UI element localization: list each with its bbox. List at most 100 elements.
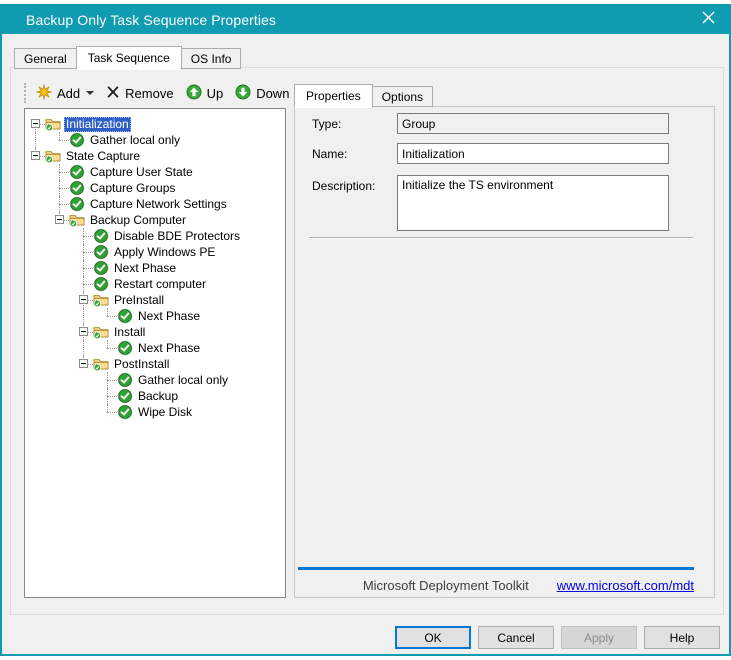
up-button[interactable]: Up	[186, 84, 224, 103]
name-field[interactable]	[397, 143, 669, 164]
fields-separator	[309, 237, 693, 239]
tree-connector	[49, 228, 73, 244]
dialog-window: Backup Only Task Sequence Properties Gen…	[0, 4, 731, 656]
close-button[interactable]	[695, 8, 721, 32]
tree-connector	[25, 212, 49, 228]
tree-connector	[49, 276, 73, 292]
tree-item-capture-user-state[interactable]: Capture User State	[25, 164, 285, 180]
tree-item-gather-local-only[interactable]: Gather local only	[25, 132, 285, 148]
titlebar[interactable]: Backup Only Task Sequence Properties	[2, 6, 729, 34]
tree-item-label: PreInstall	[112, 293, 166, 308]
tree-item-label: Apply Windows PE	[112, 245, 217, 260]
name-label: Name:	[312, 147, 347, 161]
tree-connector	[25, 228, 49, 244]
cancel-button[interactable]: Cancel	[478, 626, 554, 649]
tree-item-label: Gather local only	[136, 373, 230, 388]
close-icon	[702, 11, 715, 29]
tab-general[interactable]: General	[14, 48, 77, 69]
tree-toolbar: Add Remove Up Down	[24, 80, 286, 106]
tree-connector	[25, 404, 49, 420]
down-button-label: Down	[256, 86, 289, 101]
tree-expand-toggle[interactable]	[31, 119, 40, 128]
tree-expand-toggle[interactable]	[79, 359, 88, 368]
tree-connector	[73, 404, 97, 420]
tree-item-label: Capture User State	[88, 165, 195, 180]
tree-item-backup-computer[interactable]: Backup Computer	[25, 212, 285, 228]
tree-connector	[25, 196, 49, 212]
tree-connector	[49, 212, 73, 228]
tree-expand-toggle[interactable]	[79, 327, 88, 336]
tree-expand-toggle[interactable]	[79, 295, 88, 304]
add-button[interactable]: Add	[36, 84, 94, 103]
tree-connector	[73, 372, 97, 388]
tree-connector	[73, 356, 97, 372]
tree-expand-toggle[interactable]	[55, 215, 64, 224]
tree-connector	[25, 132, 49, 148]
tree-connector	[73, 292, 97, 308]
tab-properties[interactable]: Properties	[294, 84, 373, 108]
tree-item-apply-windows-pe[interactable]: Apply Windows PE	[25, 244, 285, 260]
tree-item-wipe-disk[interactable]: Wipe Disk	[25, 404, 285, 420]
tree-item-next-phase[interactable]: Next Phase	[25, 340, 285, 356]
tree-item-install[interactable]: Install	[25, 324, 285, 340]
tree-connector	[73, 276, 97, 292]
help-button[interactable]: Help	[644, 626, 720, 649]
tree-connector	[73, 324, 97, 340]
tree-item-label: Capture Groups	[88, 181, 177, 196]
down-button[interactable]: Down	[235, 84, 289, 103]
add-star-icon	[36, 84, 52, 103]
tree-item-backup[interactable]: Backup	[25, 388, 285, 404]
tree-connector	[97, 308, 121, 324]
tree-item-label: Install	[112, 325, 147, 340]
tree-connector	[73, 340, 97, 356]
tree-item-label: Next Phase	[136, 309, 202, 324]
tree-item-label: Initialization	[64, 117, 131, 132]
tree-connector	[25, 180, 49, 196]
tree-connector	[49, 340, 73, 356]
tree-item-next-phase[interactable]: Next Phase	[25, 260, 285, 276]
apply-button[interactable]: Apply	[561, 626, 637, 649]
tree-item-postinstall[interactable]: PostInstall	[25, 356, 285, 372]
panel-footer: Microsoft Deployment Toolkit www.microso…	[295, 574, 714, 596]
tree-connector	[73, 228, 97, 244]
task-sequence-tree[interactable]: InitializationGather local onlyState Cap…	[24, 108, 286, 598]
mdt-link[interactable]: www.microsoft.com/mdt	[557, 578, 694, 593]
tree-connector	[49, 372, 73, 388]
tree-connector	[73, 260, 97, 276]
tree-item-label: State Capture	[64, 149, 142, 164]
tree-connector	[25, 116, 49, 132]
tree-item-capture-groups[interactable]: Capture Groups	[25, 180, 285, 196]
tree-item-preinstall[interactable]: PreInstall	[25, 292, 285, 308]
tree-connector	[49, 260, 73, 276]
tree-connector	[25, 148, 49, 164]
add-dropdown-caret-icon	[86, 91, 94, 95]
tree-item-label: Backup	[136, 389, 180, 404]
ok-button[interactable]: OK	[395, 626, 471, 649]
tree-item-gather-local-only[interactable]: Gather local only	[25, 372, 285, 388]
add-button-label: Add	[57, 86, 80, 101]
tree-item-capture-network-settings[interactable]: Capture Network Settings	[25, 196, 285, 212]
tab-os-info[interactable]: OS Info	[181, 48, 242, 69]
tree-connector	[25, 164, 49, 180]
tree-connector	[25, 356, 49, 372]
tree-item-next-phase[interactable]: Next Phase	[25, 308, 285, 324]
type-label: Type:	[312, 117, 341, 131]
tree-item-label: Next Phase	[136, 341, 202, 356]
tree-connector	[97, 388, 121, 404]
tree-item-initialization[interactable]: Initialization	[25, 116, 285, 132]
up-button-label: Up	[207, 86, 224, 101]
remove-button-label: Remove	[125, 86, 173, 101]
description-field[interactable]: Initialize the TS environment	[397, 175, 669, 231]
tree-item-restart-computer[interactable]: Restart computer	[25, 276, 285, 292]
tab-options[interactable]: Options	[372, 86, 433, 107]
type-field	[397, 113, 669, 134]
tree-item-disable-bde-protectors[interactable]: Disable BDE Protectors	[25, 228, 285, 244]
tab-task-sequence[interactable]: Task Sequence	[76, 46, 182, 70]
tree-connector	[49, 132, 73, 148]
tree-connector	[73, 244, 97, 260]
remove-button[interactable]: Remove	[106, 85, 173, 102]
tree-expand-toggle[interactable]	[31, 151, 40, 160]
tree-item-state-capture[interactable]: State Capture	[25, 148, 285, 164]
tree-item-label: Capture Network Settings	[88, 197, 229, 212]
tree-connector	[49, 356, 73, 372]
